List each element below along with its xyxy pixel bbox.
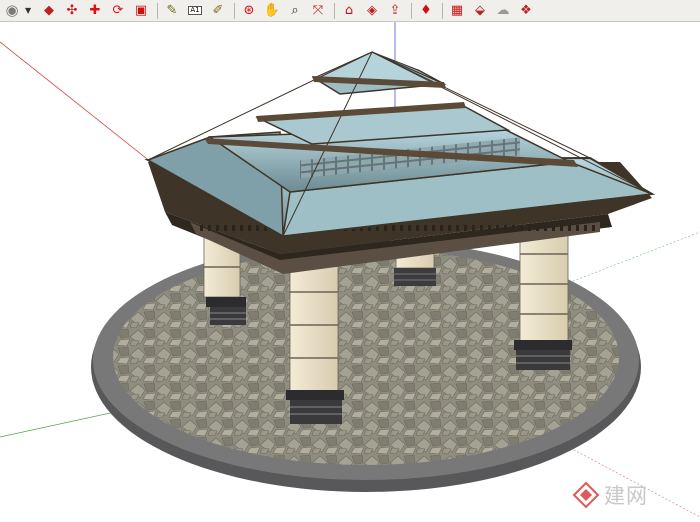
text-label-icon: A1 <box>188 6 202 15</box>
column-right <box>514 231 572 370</box>
layers-button[interactable]: ❖ <box>516 1 536 21</box>
share-model-button[interactable]: ⇪ <box>385 1 405 21</box>
rotate-button[interactable]: ⟳ <box>108 1 128 21</box>
column-front <box>286 261 344 424</box>
pan-button[interactable]: ✋ <box>262 1 282 21</box>
main-toolbar: ◉ ▼ ◆ ✣ ✚ ⟳ ▣ ✎ A1 ✐ ⊛ ✋ ⌕ ⤧ ⌂ ◈ ⇪ ♦ ▦ ⬙… <box>0 0 700 22</box>
share-model-icon: ⇪ <box>389 3 401 18</box>
toolbar-separator <box>157 2 158 19</box>
zoom-button[interactable]: ⌕ <box>285 1 305 21</box>
toolbar-separator <box>442 2 443 19</box>
move-button[interactable]: ✚ <box>85 1 105 21</box>
paint-bucket-icon: ✐ <box>212 3 224 18</box>
watermark-text: 建网 <box>604 484 648 508</box>
watermark: 建网 <box>572 480 648 510</box>
follow-me-icon: ✣ <box>66 3 78 18</box>
paint-bucket-button[interactable]: ✐ <box>208 1 228 21</box>
warehouse-button[interactable]: ⌂ <box>339 1 359 21</box>
move-icon: ✚ <box>89 3 101 18</box>
dropdown-arrow-icon: ▼ <box>25 6 32 15</box>
zoom-icon: ⌕ <box>291 3 299 18</box>
text-label-button[interactable]: A1 <box>185 1 205 21</box>
gazebo-model-render <box>0 22 700 518</box>
scale-button[interactable]: ▣ <box>131 1 151 21</box>
select-dropdown-button[interactable]: ▼ <box>25 6 35 15</box>
extension-warehouse-icon: ▦ <box>450 3 464 18</box>
styles-button[interactable]: ☁ <box>493 1 513 21</box>
layer-icon: ❖ <box>520 3 532 18</box>
get-models-icon: ◈ <box>367 3 377 18</box>
watermark-logo-icon <box>572 481 600 509</box>
follow-me-button[interactable]: ✣ <box>62 1 82 21</box>
style-icon: ☁ <box>496 3 510 18</box>
ruby-icon: ♦ <box>420 3 432 18</box>
zoom-extents-button[interactable]: ⤧ <box>308 1 328 21</box>
push-pull-button[interactable]: ◆ <box>39 1 59 21</box>
select-tool-button[interactable]: ◉ <box>2 1 22 21</box>
tape-measure-button[interactable]: ✎ <box>162 1 182 21</box>
orbit-icon: ⊛ <box>243 3 255 18</box>
component-icon: ⬙ <box>475 3 485 18</box>
zoom-extents-icon: ⤧ <box>312 3 324 18</box>
tape-measure-icon: ✎ <box>166 3 178 18</box>
push-pull-icon: ◆ <box>44 3 54 18</box>
components-button[interactable]: ⬙ <box>470 1 490 21</box>
pan-hand-icon: ✋ <box>263 3 281 18</box>
warehouse-icon: ⌂ <box>344 3 354 18</box>
ruby-console-button[interactable]: ♦ <box>416 1 436 21</box>
scale-icon: ▣ <box>134 3 148 18</box>
rotate-icon: ⟳ <box>112 3 124 18</box>
orbit-button[interactable]: ⊛ <box>239 1 259 21</box>
select-arrow-icon: ◉ <box>5 1 19 19</box>
toolbar-separator <box>234 2 235 19</box>
toolbar-separator <box>334 2 335 19</box>
extension-warehouse-button[interactable]: ▦ <box>447 1 467 21</box>
toolbar-separator <box>411 2 412 19</box>
model-viewport[interactable]: 建网 <box>0 22 700 518</box>
get-models-button[interactable]: ◈ <box>362 1 382 21</box>
